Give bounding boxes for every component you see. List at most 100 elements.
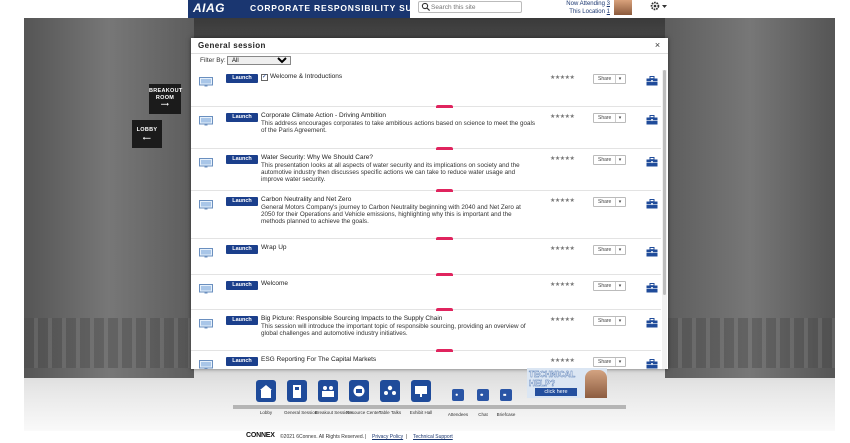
modal-header: General session ×: [191, 38, 668, 54]
share-dropdown[interactable]: Share ▾: [593, 316, 626, 326]
filter-select[interactable]: All: [227, 56, 291, 65]
launch-button[interactable]: Launch: [226, 316, 258, 325]
virtual-event-page: AIAG CORPORATE RESPONSIBILITY SUMMIT Now…: [0, 0, 850, 443]
nav-attendees[interactable]: Attendees: [447, 389, 469, 418]
breakout-sessions-icon[interactable]: [318, 380, 338, 402]
nav-lobby[interactable]: Lobby: [253, 380, 279, 416]
chevron-down-icon[interactable]: ▾: [615, 156, 624, 164]
resource-center-icon[interactable]: [349, 380, 369, 402]
launch-button[interactable]: Launch: [226, 155, 258, 164]
share-label: Share: [598, 157, 612, 163]
general-session-icon[interactable]: [287, 380, 307, 402]
session-video-icon: [199, 281, 213, 294]
nav-exhibit-hall[interactable]: Exhibit Hall: [408, 380, 434, 416]
briefcase-icon[interactable]: [500, 389, 512, 401]
user-avatar[interactable]: [614, 0, 632, 15]
row-divider: [191, 106, 661, 107]
launch-button[interactable]: Launch: [226, 74, 258, 83]
row-divider: [191, 309, 661, 310]
chevron-down-icon[interactable]: ▾: [615, 75, 624, 83]
chat-icon[interactable]: [477, 389, 489, 401]
nav-chat[interactable]: Chat: [472, 389, 494, 418]
star-rating[interactable]: ★★★★★: [550, 155, 575, 162]
help-click-here-button[interactable]: click here: [535, 388, 577, 396]
chevron-down-icon[interactable]: ▾: [615, 114, 624, 122]
lobby-icon[interactable]: [256, 380, 276, 402]
star-rating[interactable]: ★★★★★: [550, 197, 575, 204]
row-divider: [191, 350, 661, 351]
technical-help-banner[interactable]: TECHNICAL HELP? click here: [527, 368, 607, 398]
session-video-icon: [199, 74, 213, 87]
briefcase-icon[interactable]: [646, 112, 658, 125]
chevron-down-icon[interactable]: ▾: [615, 282, 624, 290]
row-divider: [191, 148, 661, 149]
launch-button[interactable]: Launch: [226, 113, 258, 122]
share-dropdown[interactable]: Share ▾: [593, 155, 626, 165]
launch-button[interactable]: Launch: [226, 357, 258, 366]
briefcase-icon[interactable]: [646, 196, 658, 209]
launch-button[interactable]: Launch: [226, 245, 258, 254]
share-dropdown[interactable]: Share ▾: [593, 357, 626, 367]
star-rating[interactable]: ★★★★★: [550, 113, 575, 120]
nav-table-talks[interactable]: Table Talks: [377, 380, 403, 416]
share-dropdown[interactable]: Share ▾: [593, 113, 626, 123]
lobby-sign[interactable]: LOBBY ⟵: [132, 120, 162, 148]
briefcase-icon[interactable]: [646, 356, 658, 369]
launch-button[interactable]: Launch: [226, 281, 258, 290]
nav-label: Lobby: [259, 410, 273, 415]
row-tab-marker: [436, 349, 453, 352]
chevron-down-icon[interactable]: ▾: [615, 246, 624, 254]
nav-general-session[interactable]: General Session: [284, 380, 317, 416]
briefcase-icon[interactable]: [646, 244, 658, 257]
session-row: Launch Wrap Up ★★★★★ Share ▾: [191, 241, 661, 276]
briefcase-icon[interactable]: [646, 280, 658, 293]
help-line-1: TECHNICAL: [529, 370, 576, 379]
briefcase-icon[interactable]: [646, 154, 658, 167]
session-row: Launch Carbon Neutrality and Net Zero Gene…: [191, 193, 661, 240]
privacy-policy-link[interactable]: Privacy Policy: [372, 434, 403, 440]
copyright-text: ©2021 6Connex. All Rights Reserved.: [280, 434, 365, 440]
session-title: ESG Reporting For The Capital Markets: [261, 356, 377, 363]
share-dropdown[interactable]: Share ▾: [593, 245, 626, 255]
close-icon[interactable]: ×: [651, 39, 664, 52]
share-dropdown[interactable]: Share ▾: [593, 74, 626, 84]
star-rating[interactable]: ★★★★★: [550, 316, 575, 323]
brand-banner[interactable]: AIAG CORPORATE RESPONSIBILITY SUMMIT: [188, 0, 437, 18]
star-rating[interactable]: ★★★★★: [550, 357, 575, 364]
technical-support-link[interactable]: Technical Support: [413, 434, 453, 440]
this-location-count[interactable]: 1: [607, 9, 610, 15]
session-checkbox[interactable]: ✓: [261, 74, 268, 81]
share-dropdown[interactable]: Share ▾: [593, 197, 626, 207]
briefcase-icon[interactable]: [646, 73, 658, 86]
chevron-down-icon[interactable]: ▾: [615, 317, 624, 325]
launch-button[interactable]: Launch: [226, 197, 258, 206]
now-attending-count[interactable]: 3: [607, 1, 610, 7]
site-search-input[interactable]: [431, 2, 519, 12]
table-talks-icon[interactable]: [380, 380, 400, 402]
star-rating[interactable]: ★★★★★: [550, 281, 575, 288]
share-label: Share: [598, 199, 612, 205]
session-list-scrollbar[interactable]: [662, 70, 667, 369]
share-label: Share: [598, 283, 612, 289]
scrollbar-thumb[interactable]: [663, 70, 666, 295]
exhibit-hall-icon[interactable]: [411, 380, 431, 402]
star-rating[interactable]: ★★★★★: [550, 74, 575, 81]
nav-resource-center[interactable]: Resource Center: [346, 380, 380, 416]
chevron-down-icon[interactable]: ▾: [615, 198, 624, 206]
share-label: Share: [598, 115, 612, 121]
session-row: Launch Welcome ★★★★★ Share ▾: [191, 277, 661, 311]
nav-briefcase[interactable]: Briefcase: [495, 389, 517, 418]
briefcase-icon[interactable]: [646, 315, 658, 328]
chevron-down-icon[interactable]: ▾: [615, 358, 624, 366]
session-video-icon: [199, 316, 213, 329]
star-rating[interactable]: ★★★★★: [550, 245, 575, 252]
row-divider: [191, 238, 661, 239]
session-title: Corporate Climate Action - Driving Ambit…: [261, 112, 386, 119]
row-divider: [191, 274, 661, 275]
nav-breakout-sessions[interactable]: Breakout Sessions: [315, 380, 353, 416]
gear-icon[interactable]: [649, 0, 669, 12]
share-dropdown[interactable]: Share ▾: [593, 281, 626, 291]
attendees-icon[interactable]: [452, 389, 464, 401]
session-row: Launch Water Security: Why We Should Care…: [191, 151, 661, 192]
breakout-room-sign[interactable]: BREAKOUT ROOM ⟶: [149, 84, 182, 114]
